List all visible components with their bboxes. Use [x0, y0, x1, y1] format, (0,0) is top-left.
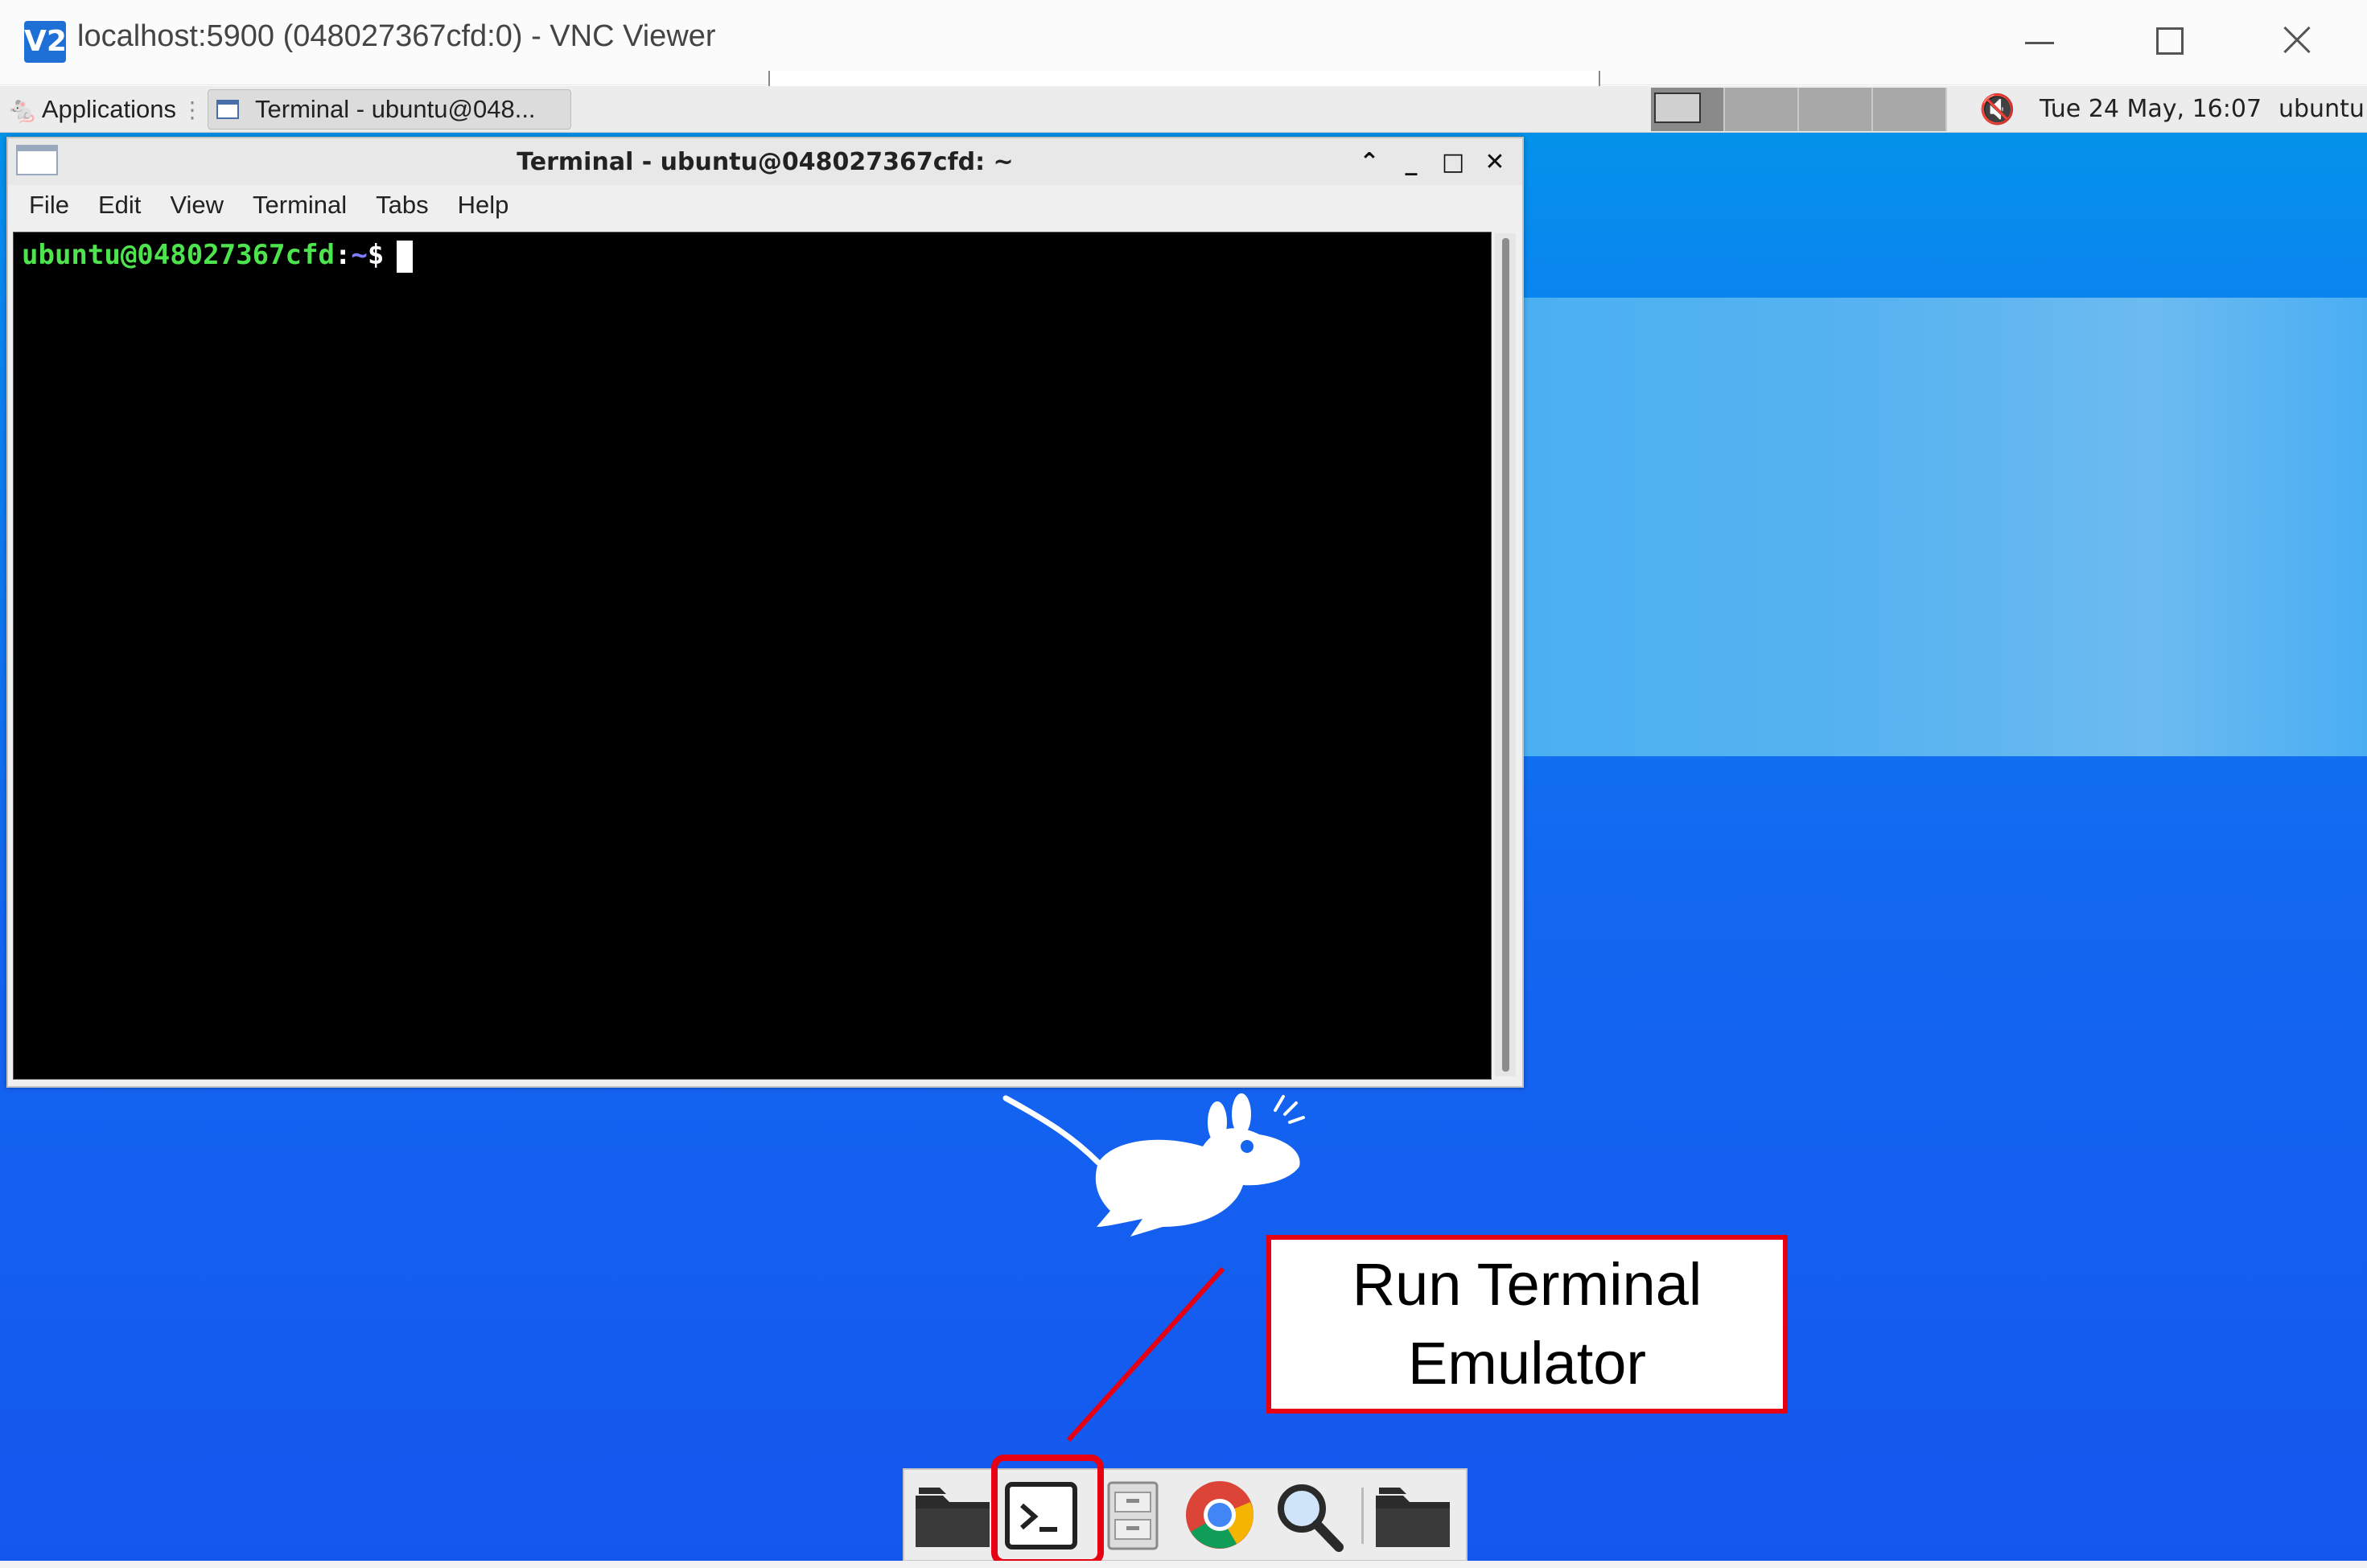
chrome-icon[interactable] [1178, 1478, 1262, 1552]
dock-separator [1361, 1488, 1364, 1544]
dock [903, 1468, 1468, 1562]
prompt-user: ubuntu@048027367cfd [22, 239, 335, 271]
annotation-text: Run Terminal Emulator [1352, 1251, 1702, 1397]
minimize-button[interactable] [2011, 16, 2068, 64]
terminal-body[interactable]: ubuntu@048027367cfd:~$ [13, 232, 1492, 1080]
clock[interactable]: Tue 24 May, 16:07 [2040, 95, 2262, 123]
terminal-menubar: File Edit View Terminal Tabs Help [8, 185, 1522, 225]
menu-help[interactable]: Help [458, 191, 509, 220]
prompt-dollar: $ [367, 239, 385, 271]
terminal-scrollbar[interactable] [1495, 233, 1516, 1076]
top-panel: 🐁 Applications ⋮ Terminal - ubuntu@048..… [0, 86, 2367, 133]
shade-button[interactable]: ⌃ [1353, 146, 1385, 179]
vnc-logo-icon: V2 [24, 21, 67, 63]
panel-separator-icon: ⋮ [181, 96, 204, 123]
terminal-title: Terminal - ubuntu@048027367cfd: ~ [517, 148, 1014, 176]
menu-view[interactable]: View [170, 191, 224, 220]
magnifier-icon[interactable] [1266, 1478, 1350, 1552]
annotation-callout: Run Terminal Emulator [1266, 1235, 1788, 1414]
taskbar-terminal-button[interactable]: Terminal - ubuntu@048... [208, 89, 571, 130]
vnc-titlebar: V2 localhost:5900 (048027367cfd:0) - VNC… [0, 0, 2367, 90]
folder-icon[interactable] [911, 1478, 994, 1552]
taskbar-label: Terminal - ubuntu@048... [255, 95, 536, 123]
maximize-button[interactable]: □ [1437, 146, 1469, 179]
menu-file[interactable]: File [29, 191, 69, 220]
prompt-path: ~ [351, 239, 368, 271]
workspace-3[interactable] [1799, 88, 1873, 131]
window-title: localhost:5900 (048027367cfd:0) - VNC Vi… [77, 19, 716, 53]
terminal-titlebar[interactable]: Terminal - ubuntu@048027367cfd: ~ ⌃ _ □ … [8, 138, 1522, 185]
menu-terminal[interactable]: Terminal [253, 191, 347, 220]
wallpaper-band [1513, 298, 2367, 756]
close-button[interactable] [2269, 16, 2325, 64]
terminal-highlight-box [991, 1455, 1104, 1566]
text-cursor [397, 240, 414, 273]
close-button[interactable]: ✕ [1479, 146, 1511, 179]
user-menu[interactable]: ubuntu [2278, 95, 2365, 123]
window-bottom-edge [0, 1561, 2367, 1568]
window-icon [216, 100, 239, 119]
menu-tabs[interactable]: Tabs [376, 191, 428, 220]
volume-muted-icon[interactable]: 🔇 [1979, 93, 2015, 126]
prompt-colon: : [334, 239, 352, 271]
xfce-mouse-icon: 🐁 [6, 94, 39, 125]
menu-edit[interactable]: Edit [98, 191, 141, 220]
applications-menu[interactable]: 🐁 Applications ⋮ [6, 91, 204, 128]
terminal-window: Terminal - ubuntu@048027367cfd: ~ ⌃ _ □ … [6, 137, 1524, 1088]
maximize-button[interactable] [2140, 16, 2196, 64]
workspace-4[interactable] [1873, 88, 1947, 131]
prompt-line: ubuntu@048027367cfd:~$ [22, 239, 414, 273]
workspace-1[interactable] [1651, 88, 1725, 131]
minimize-button[interactable]: _ [1395, 146, 1427, 179]
folder-icon[interactable] [1371, 1478, 1455, 1552]
applications-label: Applications [41, 95, 176, 123]
workspace-2[interactable] [1725, 88, 1799, 131]
